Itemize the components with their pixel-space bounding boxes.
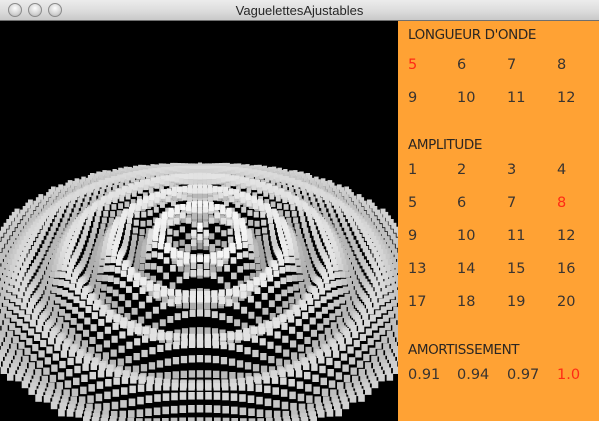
- amplitude-option[interactable]: 2: [457, 161, 466, 179]
- amplitude-option[interactable]: 18: [457, 293, 475, 311]
- amplitude-option[interactable]: 9: [408, 227, 417, 245]
- damping-option[interactable]: 0.94: [457, 366, 489, 384]
- amplitude-option[interactable]: 20: [557, 293, 575, 311]
- amplitude-option[interactable]: 15: [507, 260, 525, 278]
- amplitude-option[interactable]: 8: [557, 194, 566, 212]
- damping-option[interactable]: 0.91: [408, 366, 440, 384]
- amplitude-option[interactable]: 17: [408, 293, 426, 311]
- amplitude-option[interactable]: 11: [507, 227, 525, 245]
- amplitude-option[interactable]: 19: [507, 293, 525, 311]
- amplitude-option[interactable]: 6: [457, 194, 466, 212]
- wavelength-option[interactable]: 7: [507, 56, 516, 74]
- wave-ripple-render: [0, 162, 398, 421]
- title-bar[interactable]: VaguelettesAjustables: [0, 0, 599, 21]
- amplitude-option[interactable]: 7: [507, 194, 516, 212]
- amplitude-option[interactable]: 4: [557, 161, 566, 179]
- amplitude-option[interactable]: 1: [408, 161, 417, 179]
- ripple-points: [0, 162, 398, 421]
- amplitude-title: AMPLITUDE: [408, 137, 482, 153]
- wavelength-option[interactable]: 12: [557, 89, 575, 107]
- wave-canvas[interactable]: [0, 21, 398, 421]
- wavelength-option[interactable]: 8: [557, 56, 566, 74]
- wavelength-title: LONGUEUR D'ONDE: [408, 27, 536, 43]
- wavelength-option[interactable]: 6: [457, 56, 466, 74]
- wavelength-option[interactable]: 10: [457, 89, 475, 107]
- app-window: VaguelettesAjustables LONGUEUR D'ONDE 5 6…: [0, 0, 599, 421]
- settings-panel: LONGUEUR D'ONDE 5 6 7 8 9 10 11 12 AMPLITUDE 12…: [398, 21, 599, 421]
- wavelength-option[interactable]: 5: [408, 56, 417, 74]
- amplitude-option[interactable]: 13: [408, 260, 426, 278]
- amplitude-option[interactable]: 5: [408, 194, 417, 212]
- amplitude-option[interactable]: 3: [507, 161, 516, 179]
- damping-option[interactable]: 1.0: [557, 366, 580, 384]
- amplitude-option[interactable]: 16: [557, 260, 575, 278]
- window-title: VaguelettesAjustables: [235, 3, 364, 18]
- damping-option[interactable]: 0.97: [507, 366, 539, 384]
- amplitude-option[interactable]: 10: [457, 227, 475, 245]
- wavelength-option[interactable]: 9: [408, 89, 417, 107]
- amplitude-option[interactable]: 12: [557, 227, 575, 245]
- amplitude-option[interactable]: 14: [457, 260, 475, 278]
- wavelength-option[interactable]: 11: [507, 89, 525, 107]
- damping-title: AMORTISSEMENT: [408, 342, 520, 358]
